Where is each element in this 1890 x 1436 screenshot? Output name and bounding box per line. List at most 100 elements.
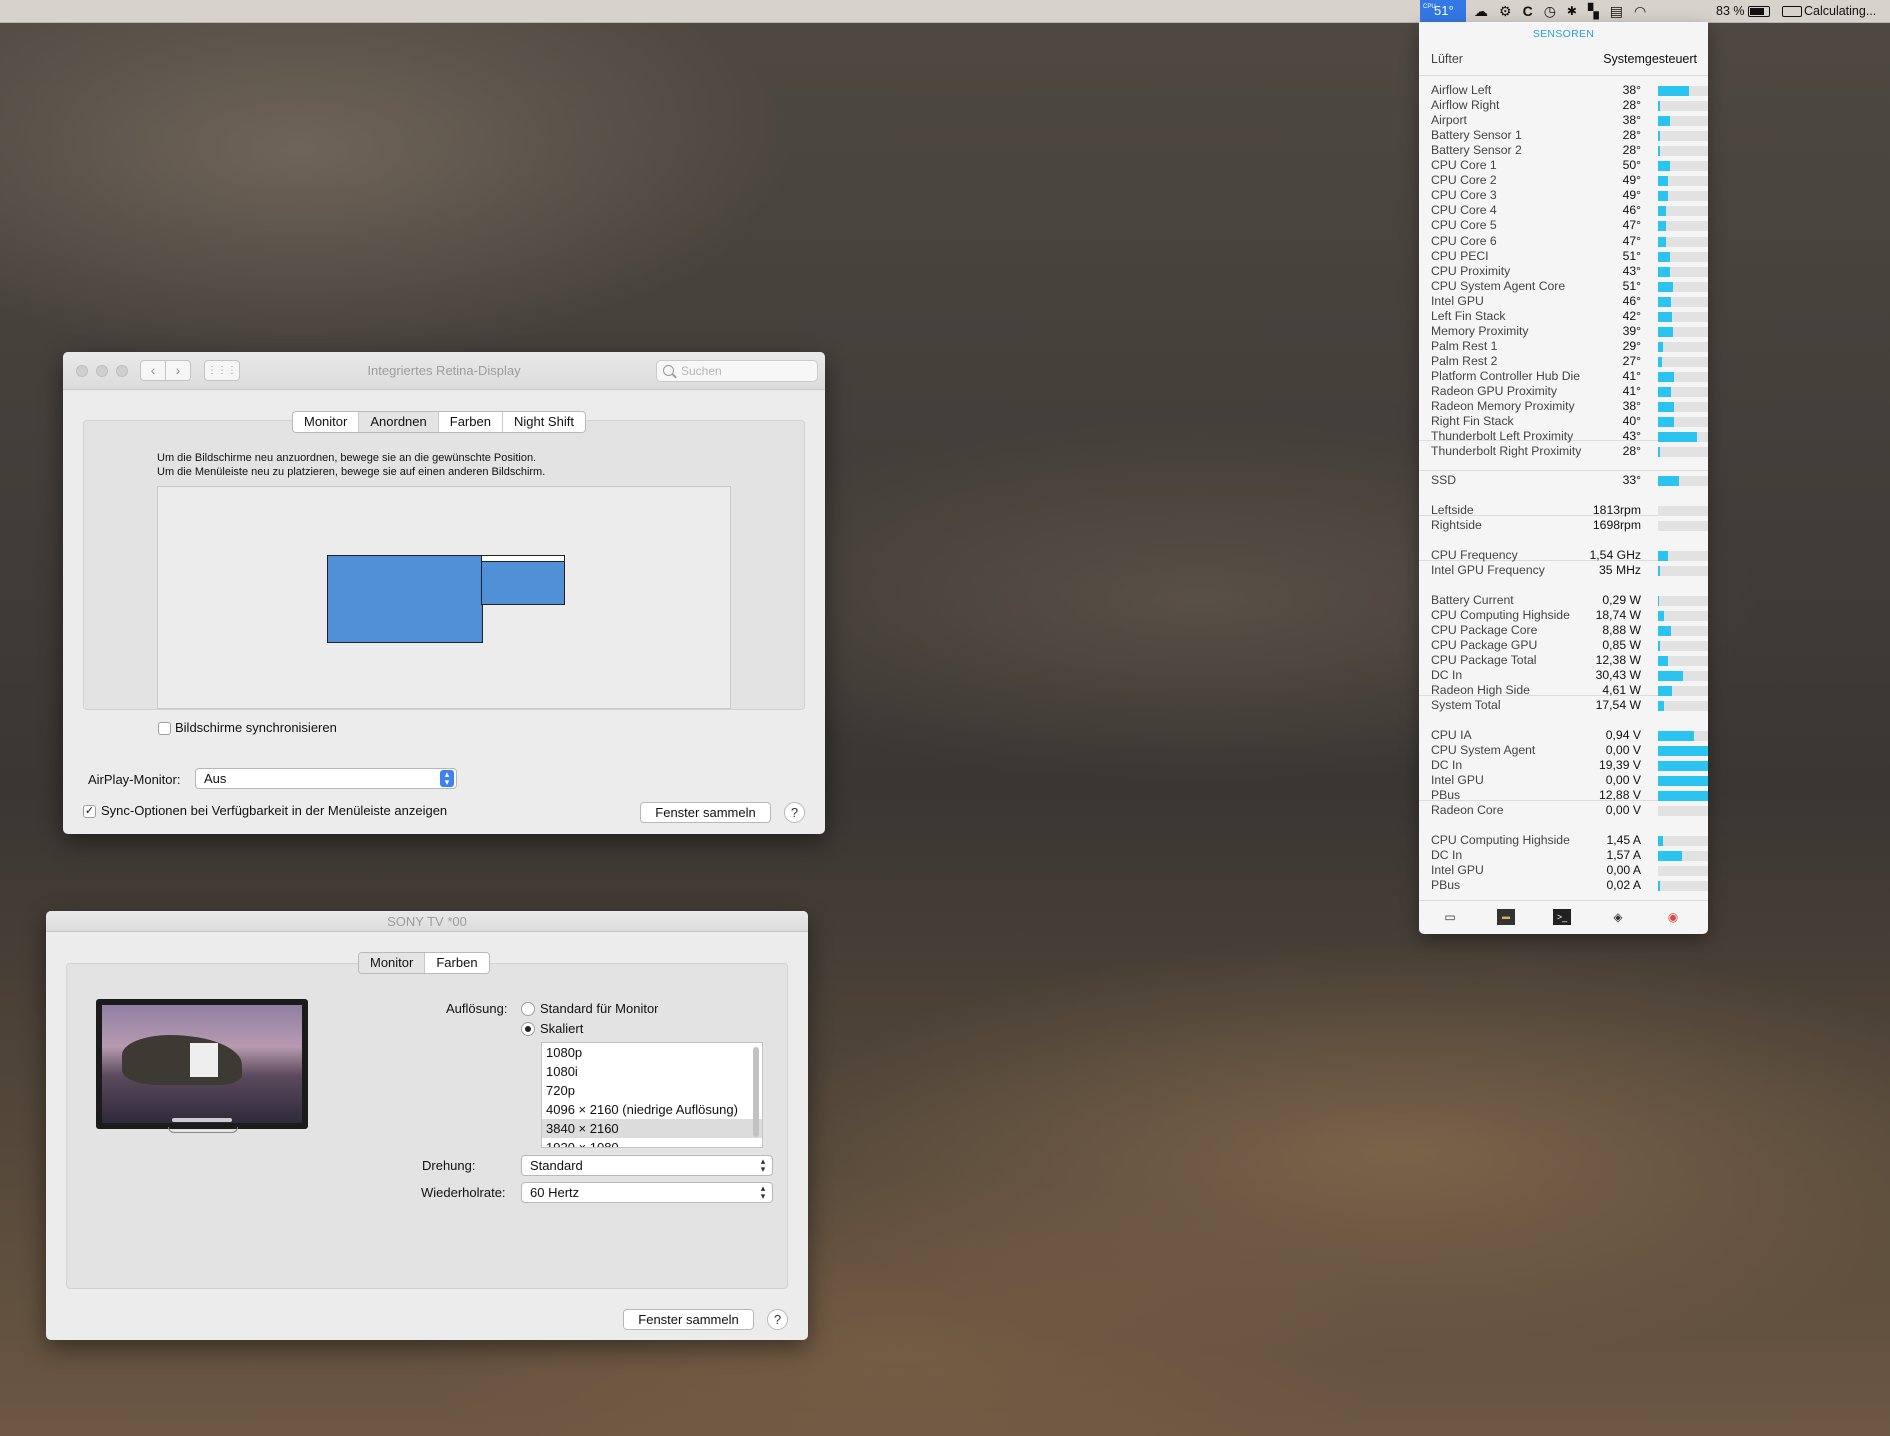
battery-time-status[interactable]: Calculating... [1782, 0, 1876, 22]
airplay-select[interactable]: Aus ▴ ▾ [195, 768, 457, 789]
istat-icon[interactable]: ◉ [1664, 909, 1682, 925]
sensor-row[interactable]: SSD 33° [1431, 473, 1708, 488]
gear-icon[interactable]: ⚙ [1499, 3, 1512, 20]
sensor-row[interactable]: CPU Core 1 50° [1431, 158, 1708, 173]
resolution-list[interactable]: 1080p 1080i 720p 4096 × 2160 (niedrige A… [541, 1042, 763, 1148]
radio-default-for-display[interactable] [521, 1002, 535, 1016]
sensor-row[interactable]: Palm Rest 1 29° [1431, 339, 1708, 354]
sensor-row[interactable]: System Total 17,54 W [1431, 698, 1708, 713]
disk-utility-icon[interactable]: ◈ [1609, 909, 1627, 925]
sensor-row[interactable]: CPU Package Total 12,38 W [1431, 653, 1708, 668]
sensor-row[interactable]: DC In 19,39 V [1431, 758, 1708, 773]
list-item[interactable]: 4096 × 2160 (niedrige Auflösung) [542, 1100, 762, 1119]
temperature-widget[interactable]: CPU 51° [1420, 0, 1466, 22]
sensor-row[interactable]: Platform Controller Hub Die 41° [1431, 369, 1708, 384]
sensor-row[interactable]: PBus 0,02 A [1431, 878, 1708, 893]
sensor-row[interactable]: CPU Computing Highside 18,74 W [1431, 608, 1708, 623]
list-item[interactable]: 1920 × 1080 [542, 1138, 762, 1147]
sensor-row[interactable]: PBus 12,88 V [1431, 788, 1708, 803]
sensor-row[interactable]: Memory Proximity 39° [1431, 324, 1708, 339]
sensor-row[interactable]: CPU Package Core 8,88 W [1431, 623, 1708, 638]
sensor-row[interactable]: DC In 1,57 A [1431, 848, 1708, 863]
mirror-displays-checkbox[interactable] [158, 722, 171, 735]
sensor-row[interactable]: CPU Computing Highside 1,45 A [1431, 833, 1708, 848]
sensor-row[interactable]: Leftside 1813rpm [1431, 503, 1708, 518]
sensor-row[interactable]: Radeon GPU Proximity 41° [1431, 384, 1708, 399]
sensor-row[interactable]: Left Fin Stack 42° [1431, 309, 1708, 324]
list-item[interactable]: 720p [542, 1081, 762, 1100]
list-item[interactable]: 1080i [542, 1062, 762, 1081]
sensor-row[interactable]: Airflow Right 28° [1431, 98, 1708, 113]
sensor-row[interactable]: CPU System Agent 0,00 V [1431, 743, 1708, 758]
sensor-name: CPU Proximity [1431, 263, 1511, 278]
gather-windows-button[interactable]: Fenster sammeln [623, 1309, 754, 1330]
sensor-value: 41° [1622, 384, 1641, 398]
tab-monitor[interactable]: Monitor [293, 412, 360, 432]
sensor-row[interactable]: Palm Rest 2 27° [1431, 354, 1708, 369]
sensor-row[interactable]: CPU Core 4 46° [1431, 203, 1708, 218]
cloud-icon[interactable]: ☁ [1474, 3, 1488, 20]
sensor-row[interactable]: Radeon Core 0,00 V [1431, 803, 1708, 818]
sensor-row[interactable]: CPU PECI 51° [1431, 249, 1708, 264]
console-app-icon[interactable]: ▬ [1497, 909, 1515, 925]
sensor-row[interactable]: Intel GPU 0,00 A [1431, 863, 1708, 878]
tab-colors[interactable]: Farben [439, 412, 503, 432]
wifi-icon[interactable]: ◠ [1634, 3, 1646, 20]
tab-monitor[interactable]: Monitor [359, 953, 426, 973]
sensor-row[interactable]: CPU Core 3 49° [1431, 188, 1708, 203]
sensor-row[interactable]: CPU Core 2 49° [1431, 173, 1708, 188]
sensor-row[interactable]: Thunderbolt Right Proximity 28° [1431, 444, 1708, 459]
sensor-row[interactable]: Intel GPU Frequency 35 MHz [1431, 563, 1708, 578]
refresh-icon[interactable]: C [1523, 3, 1533, 19]
sensor-level-bar [1658, 506, 1708, 516]
sensor-row[interactable]: CPU Package GPU 0,85 W [1431, 638, 1708, 653]
radio-scaled[interactable] [521, 1022, 535, 1036]
sensor-row[interactable]: DC In 30,43 W [1431, 668, 1708, 683]
sensor-row[interactable]: Intel GPU 46° [1431, 294, 1708, 309]
sensor-row[interactable]: Battery Sensor 2 28° [1431, 143, 1708, 158]
sensor-level-fill [1658, 86, 1689, 96]
tab-arrange[interactable]: Anordnen [359, 412, 439, 432]
rotation-select[interactable]: Standard ▴ ▾ [521, 1155, 773, 1176]
tab-night-shift[interactable]: Night Shift [503, 412, 585, 432]
sensor-row[interactable]: CPU Frequency 1,54 GHz [1431, 548, 1708, 563]
gather-windows-button[interactable]: Fenster sammeln [640, 802, 771, 823]
sensor-row[interactable]: Thunderbolt Left Proximity 43° [1431, 429, 1708, 444]
time-machine-icon[interactable]: ◷ [1544, 3, 1556, 20]
sensor-row[interactable]: Airport 38° [1431, 113, 1708, 128]
battery-indicator[interactable]: 83 % [1716, 0, 1770, 22]
search-input[interactable]: Suchen [656, 360, 818, 382]
sensor-row[interactable]: CPU Proximity 43° [1431, 263, 1708, 279]
sensor-row[interactable]: Intel GPU 0,00 V [1431, 773, 1708, 788]
bluetooth-icon[interactable]: ✱ [1567, 4, 1577, 18]
help-button[interactable]: ? [784, 802, 805, 823]
sensor-row[interactable]: Rightside 1698rpm [1431, 518, 1708, 533]
layout-icon[interactable]: ▚ [1588, 3, 1599, 20]
sony-tv-display-thumbnail[interactable] [481, 555, 565, 605]
sensor-row[interactable]: CPU System Agent Core 51° [1431, 279, 1708, 294]
fan-mode-row[interactable]: Lüfter Systemgesteuert [1431, 52, 1697, 66]
tab-colors[interactable]: Farben [425, 953, 488, 973]
sensor-row[interactable]: Airflow Left 38° [1431, 83, 1708, 98]
list-item-selected[interactable]: 3840 × 2160 [542, 1119, 762, 1138]
sensor-row[interactable]: Right Fin Stack 40° [1431, 414, 1708, 429]
sensor-row[interactable]: Battery Current 0,29 W [1431, 593, 1708, 608]
sensor-row[interactable]: CPU IA 0,94 V [1431, 728, 1708, 743]
sensor-row[interactable]: CPU Core 6 47° [1431, 234, 1708, 249]
help-button[interactable]: ? [767, 1309, 788, 1330]
sensor-row[interactable]: CPU Core 5 47° [1431, 218, 1708, 233]
activity-monitor-icon[interactable]: ▭ [1441, 909, 1459, 925]
sensor-value: 1813rpm [1592, 503, 1641, 517]
list-item[interactable]: 1080p [542, 1043, 762, 1062]
internal-display-thumbnail[interactable] [327, 555, 483, 643]
sync-options-checkbox[interactable]: ✓ [83, 805, 96, 818]
sensor-row[interactable]: Radeon Memory Proximity 38° [1431, 399, 1708, 414]
refresh-rate-select[interactable]: 60 Hertz ▴ ▾ [521, 1182, 773, 1203]
menu-bar-indicator[interactable] [482, 556, 564, 562]
terminal-icon[interactable]: >_ [1553, 909, 1571, 925]
list-scrollbar[interactable] [753, 1047, 759, 1137]
sensor-name: DC In [1431, 758, 1463, 773]
sensor-row[interactable]: Radeon High Side 4,61 W [1431, 683, 1708, 698]
sensor-row[interactable]: Battery Sensor 1 28° [1431, 128, 1708, 143]
memory-icon[interactable]: ▤ [1610, 3, 1623, 20]
